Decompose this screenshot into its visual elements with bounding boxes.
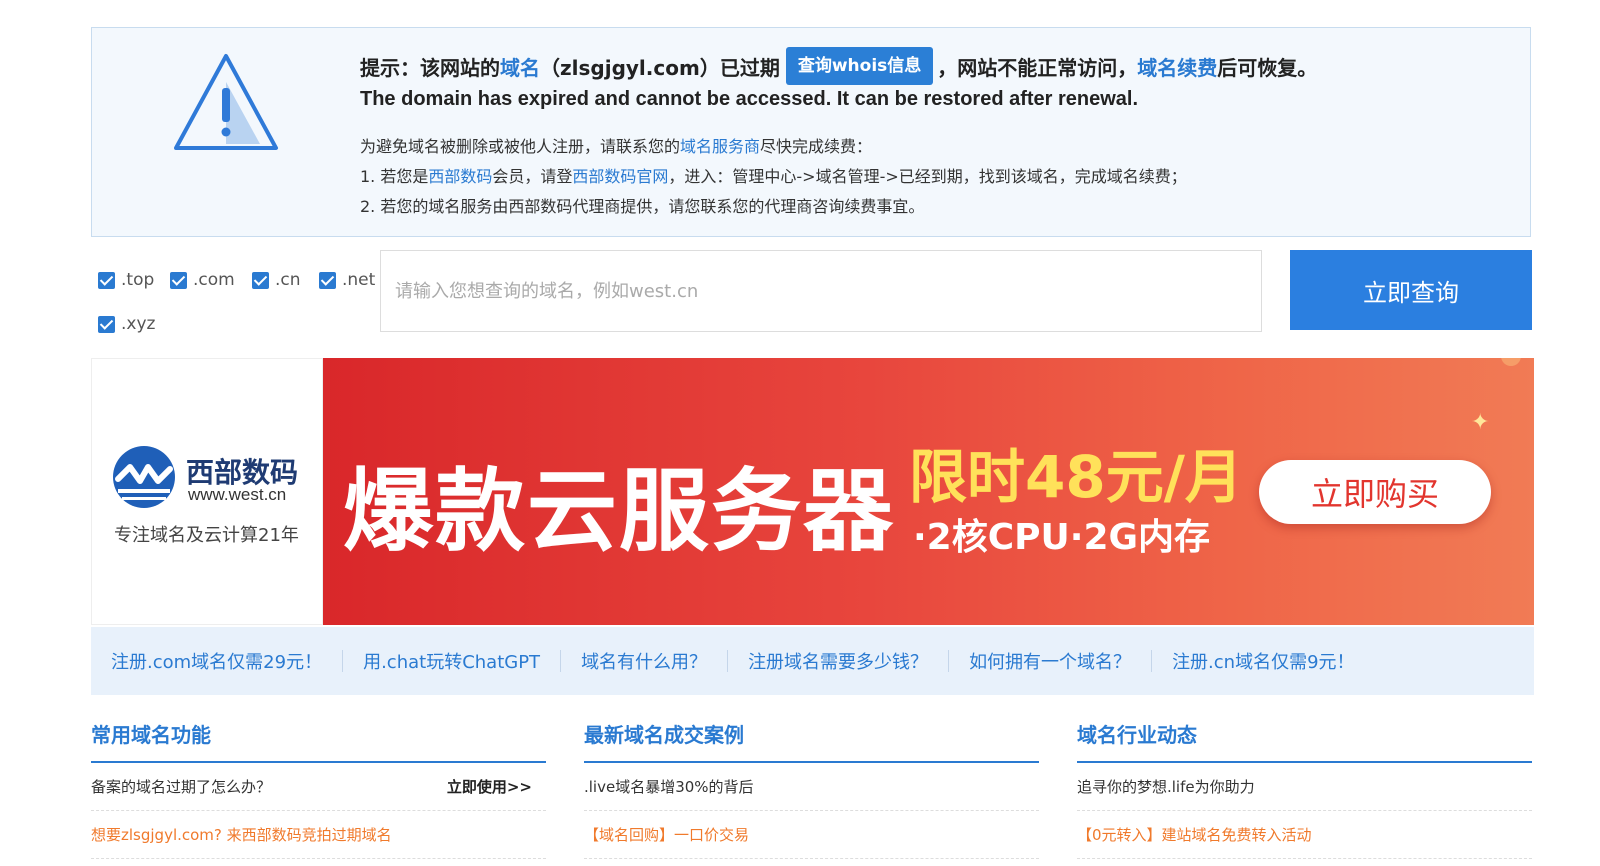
line1-prefix: 为避免域名被删除或被他人注册，请联系您的	[360, 137, 681, 156]
divider	[948, 650, 950, 672]
quick-link[interactable]: 注册.com域名仅需29元！	[111, 648, 322, 674]
column-title: 常用域名功能	[91, 720, 546, 763]
notice-title-suffix: 后可恢复。	[1217, 55, 1318, 80]
line1-suffix: 尽快完成续费：	[760, 137, 873, 156]
divider	[1151, 650, 1153, 672]
west-site-link[interactable]: 西部数码官网	[572, 167, 668, 186]
search-button[interactable]: 立即查询	[1290, 250, 1532, 330]
notice-english: The domain has expired and cannot be acc…	[360, 88, 1139, 110]
column-title: 域名行业动态	[1077, 720, 1532, 763]
divider	[560, 650, 562, 672]
ext-label: .cn	[275, 270, 301, 290]
ext-checkbox-xyz[interactable]: .xyz	[98, 314, 155, 334]
list-item-text: 追寻你的梦想.life为你助力	[1077, 778, 1255, 796]
use-now-link[interactable]: 立即使用>>	[447, 776, 532, 797]
column-title: 最新域名成交案例	[584, 720, 1039, 763]
quick-link[interactable]: 注册.cn域名仅需9元！	[1172, 648, 1354, 674]
ext-checkbox-cn[interactable]: .cn	[252, 270, 301, 290]
list-item[interactable]: 【0元转入】建站域名免费转入活动	[1077, 811, 1532, 859]
whois-button[interactable]: 查询whois信息	[785, 47, 934, 85]
west-logo-panel: 西部数码 www.west.cn 专注域名及云计算21年	[91, 358, 323, 625]
promo-price: 限时48元/月	[909, 443, 1243, 511]
promo-spec: ·2核CPU·2G内存	[913, 517, 1211, 558]
quick-link[interactable]: 用.chat玩转ChatGPT	[363, 648, 540, 674]
expired-notice: 提示：该网站的 域名 （zlsgjgyl.com）已过期 查询whois信息 ，…	[91, 27, 1531, 237]
domain-search-input[interactable]	[380, 250, 1262, 332]
ext-label: .com	[193, 270, 235, 290]
checkbox-icon	[98, 315, 115, 333]
column-industry-news: 域名行业动态 追寻你的梦想.life为你助力 【0元转入】建站域名免费转入活动	[1077, 720, 1532, 859]
column-latest-deals: 最新域名成交案例 .live域名暴增30%的背后 【域名回购】一口价交易	[584, 720, 1039, 859]
checkbox-icon	[170, 271, 187, 289]
domain-renew-link[interactable]: 域名续费	[1137, 52, 1217, 81]
logo-slogan: 专注域名及云计算21年	[114, 525, 299, 546]
quick-link[interactable]: 如何拥有一个域名？	[969, 648, 1131, 674]
line2-prefix: 1. 若您是	[360, 167, 429, 186]
checkbox-icon	[252, 271, 269, 289]
column-common-functions: 常用域名功能 备案的域名过期了怎么办？ 立即使用>> 想要zlsgjgyl.co…	[91, 720, 546, 859]
ext-label: .top	[121, 270, 155, 290]
promo-headline: 爆款云服务器	[343, 459, 895, 564]
checkbox-icon	[98, 271, 115, 289]
decor-dot	[1501, 358, 1521, 366]
promo-banner[interactable]: 西部数码 www.west.cn 专注域名及云计算21年 ✦ 爆款云服务器 限时…	[91, 358, 1534, 625]
notice-title-prefix: 提示：该网站的	[360, 55, 500, 80]
list-item[interactable]: 追寻你的梦想.life为你助力	[1077, 763, 1532, 811]
list-item[interactable]: 【域名回购】一口价交易	[584, 811, 1039, 859]
domain-link[interactable]: 域名	[500, 52, 540, 81]
ext-checkbox-net[interactable]: .net	[319, 270, 375, 290]
list-item-text: 想要zlsgjgyl.com? 来西部数码竞拍过期域名	[91, 826, 392, 844]
list-item[interactable]: .live域名暴增30%的背后	[584, 763, 1039, 811]
list-item-text: .live域名暴增30%的背后	[584, 778, 754, 796]
registrar-link[interactable]: 域名服务商	[680, 137, 760, 156]
list-item-text: 【0元转入】建站域名免费转入活动	[1077, 826, 1312, 844]
instruction-line-3: 2. 若您的域名服务由西部数码代理商提供，请您联系您的代理商咨询续费事宜。	[360, 197, 925, 216]
sparkle-icon: ✦	[1471, 410, 1490, 435]
list-item-text: 【域名回购】一口价交易	[584, 826, 750, 844]
notice-instructions: 为避免域名被删除或被他人注册，请联系您的域名服务商尽快完成续费： 1. 若您是西…	[360, 132, 1187, 222]
ext-checkbox-top[interactable]: .top	[98, 270, 154, 290]
ext-checkbox-com[interactable]: .com	[170, 270, 235, 290]
notice-title-domain: （zlsgjgyl.com）已过期	[540, 55, 780, 80]
quick-link[interactable]: 域名有什么用？	[581, 648, 707, 674]
checkbox-icon	[319, 271, 336, 289]
list-item[interactable]: 想要zlsgjgyl.com? 来西部数码竞拍过期域名	[91, 811, 546, 859]
divider	[342, 650, 344, 672]
divider	[727, 650, 729, 672]
instruction-line-1: 为避免域名被删除或被他人注册，请联系您的域名服务商尽快完成续费：	[360, 132, 1187, 162]
west-member-link[interactable]: 西部数码	[428, 167, 492, 186]
line2-suffix: ，进入：管理中心->域名管理->已经到期，找到该域名，完成域名续费；	[668, 167, 1187, 186]
buy-now-button[interactable]: 立即购买	[1259, 460, 1491, 524]
warning-icon	[174, 54, 278, 150]
extension-options: .top .com .cn .net .xyz	[95, 262, 380, 342]
ext-label: .net	[342, 270, 376, 290]
notice-title: 提示：该网站的 域名 （zlsgjgyl.com）已过期 查询whois信息 ，…	[360, 46, 1317, 86]
quick-links-bar: 注册.com域名仅需29元！ 用.chat玩转ChatGPT 域名有什么用？ 注…	[91, 627, 1534, 695]
ext-label: .xyz	[121, 314, 156, 334]
instruction-line-2: 1. 若您是西部数码会员，请登西部数码官网，进入：管理中心->域名管理->已经到…	[360, 162, 1187, 192]
notice-title-middle: ，网站不能正常访问，	[937, 55, 1138, 80]
list-item-text: 备案的域名过期了怎么办？	[91, 778, 272, 796]
west-logo-icon	[113, 446, 175, 508]
logo-url: www.west.cn	[188, 485, 287, 504]
promo-area[interactable]: ✦ 爆款云服务器 限时48元/月 ·2核CPU·2G内存 立即购买	[323, 358, 1534, 625]
line2-mid: 会员，请登	[492, 167, 573, 186]
list-item[interactable]: 备案的域名过期了怎么办？ 立即使用>>	[91, 763, 546, 811]
quick-link[interactable]: 注册域名需要多少钱？	[748, 648, 928, 674]
